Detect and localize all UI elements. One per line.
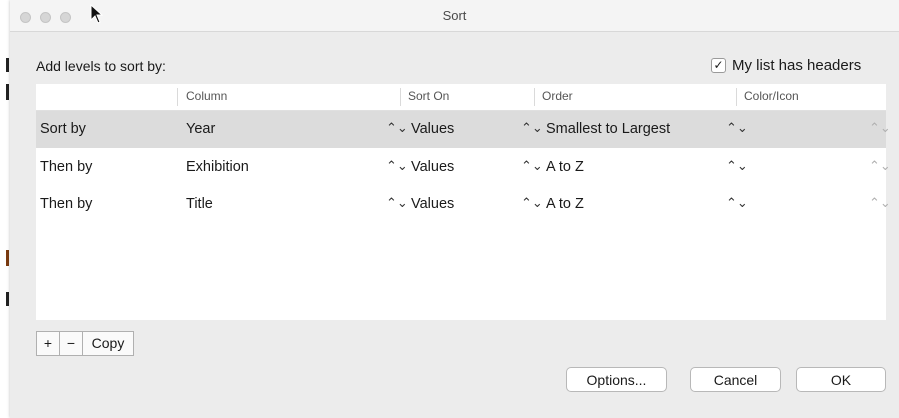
column-header-color-icon[interactable]: Color/Icon bbox=[744, 89, 799, 103]
column-divider bbox=[736, 88, 737, 106]
column-header-column[interactable]: Column bbox=[186, 89, 227, 103]
up-down-chevron-icon[interactable]: ⌃⌄ bbox=[869, 195, 891, 211]
order-select[interactable]: A to Z bbox=[546, 196, 584, 212]
my-list-has-headers-checkbox[interactable]: ✓ My list has headers bbox=[711, 56, 861, 74]
table-row[interactable]: Then by Title ⌃⌄ Values ⌃⌄ A to Z ⌃⌄ ⌃⌄ bbox=[36, 186, 891, 223]
options-button[interactable]: Options... bbox=[566, 367, 667, 392]
table-row[interactable]: Sort by Year ⌃⌄ Values ⌃⌄ Smallest to La… bbox=[36, 111, 891, 148]
up-down-chevron-icon[interactable]: ⌃⌄ bbox=[521, 158, 543, 174]
sort-on-select[interactable]: Values bbox=[411, 121, 454, 137]
order-select[interactable]: A to Z bbox=[546, 159, 584, 175]
desktop-mark bbox=[6, 250, 9, 266]
up-down-chevron-icon[interactable]: ⌃⌄ bbox=[869, 158, 891, 174]
column-divider bbox=[400, 88, 401, 106]
up-down-chevron-icon[interactable]: ⌃⌄ bbox=[386, 120, 408, 136]
ok-button[interactable]: OK bbox=[796, 367, 886, 392]
up-down-chevron-icon[interactable]: ⌃⌄ bbox=[726, 195, 748, 211]
column-header-sort-on[interactable]: Sort On bbox=[408, 89, 449, 103]
up-down-chevron-icon[interactable]: ⌃⌄ bbox=[386, 158, 408, 174]
column-divider bbox=[177, 88, 178, 106]
up-down-chevron-icon[interactable]: ⌃⌄ bbox=[521, 195, 543, 211]
sort-levels-table: Column Sort On Order Color/Icon Sort by … bbox=[36, 84, 891, 320]
remove-level-button[interactable]: − bbox=[60, 332, 83, 355]
table-header: Column Sort On Order Color/Icon bbox=[36, 84, 886, 111]
order-select[interactable]: Smallest to Largest bbox=[546, 121, 670, 137]
up-down-chevron-icon[interactable]: ⌃⌄ bbox=[869, 120, 891, 136]
sort-on-select[interactable]: Values bbox=[411, 159, 454, 175]
column-divider bbox=[534, 88, 535, 106]
checkmark-icon[interactable]: ✓ bbox=[711, 57, 726, 73]
column-select[interactable]: Title bbox=[186, 196, 213, 212]
add-level-button[interactable]: + bbox=[37, 332, 60, 355]
desktop-mark bbox=[6, 292, 9, 306]
desktop-edge bbox=[0, 0, 10, 418]
window-title: Sort bbox=[442, 8, 467, 23]
level-buttons: + − Copy bbox=[36, 331, 134, 356]
cancel-button[interactable]: Cancel bbox=[690, 367, 781, 392]
level-label: Then by bbox=[40, 196, 93, 212]
title-bar: Sort bbox=[10, 0, 899, 32]
sort-on-select[interactable]: Values bbox=[411, 196, 454, 212]
column-select[interactable]: Exhibition bbox=[186, 159, 249, 175]
desktop-mark bbox=[6, 84, 9, 100]
column-select[interactable]: Year bbox=[186, 121, 215, 137]
add-levels-label: Add levels to sort by: bbox=[36, 58, 166, 74]
headers-checkbox-label: My list has headers bbox=[732, 56, 862, 74]
up-down-chevron-icon[interactable]: ⌃⌄ bbox=[386, 195, 408, 211]
copy-level-button[interactable]: Copy bbox=[83, 332, 133, 355]
up-down-chevron-icon[interactable]: ⌃⌄ bbox=[726, 120, 748, 136]
sort-dialog: Sort Add levels to sort by: ✓ My list ha… bbox=[10, 0, 899, 418]
up-down-chevron-icon[interactable]: ⌃⌄ bbox=[726, 158, 748, 174]
level-label: Then by bbox=[40, 159, 93, 175]
desktop-mark bbox=[6, 58, 9, 72]
column-header-order[interactable]: Order bbox=[542, 89, 573, 103]
level-label: Sort by bbox=[40, 121, 86, 137]
up-down-chevron-icon[interactable]: ⌃⌄ bbox=[521, 120, 543, 136]
arrow-cursor-icon bbox=[90, 4, 104, 24]
table-row[interactable]: Then by Exhibition ⌃⌄ Values ⌃⌄ A to Z ⌃… bbox=[36, 149, 891, 186]
